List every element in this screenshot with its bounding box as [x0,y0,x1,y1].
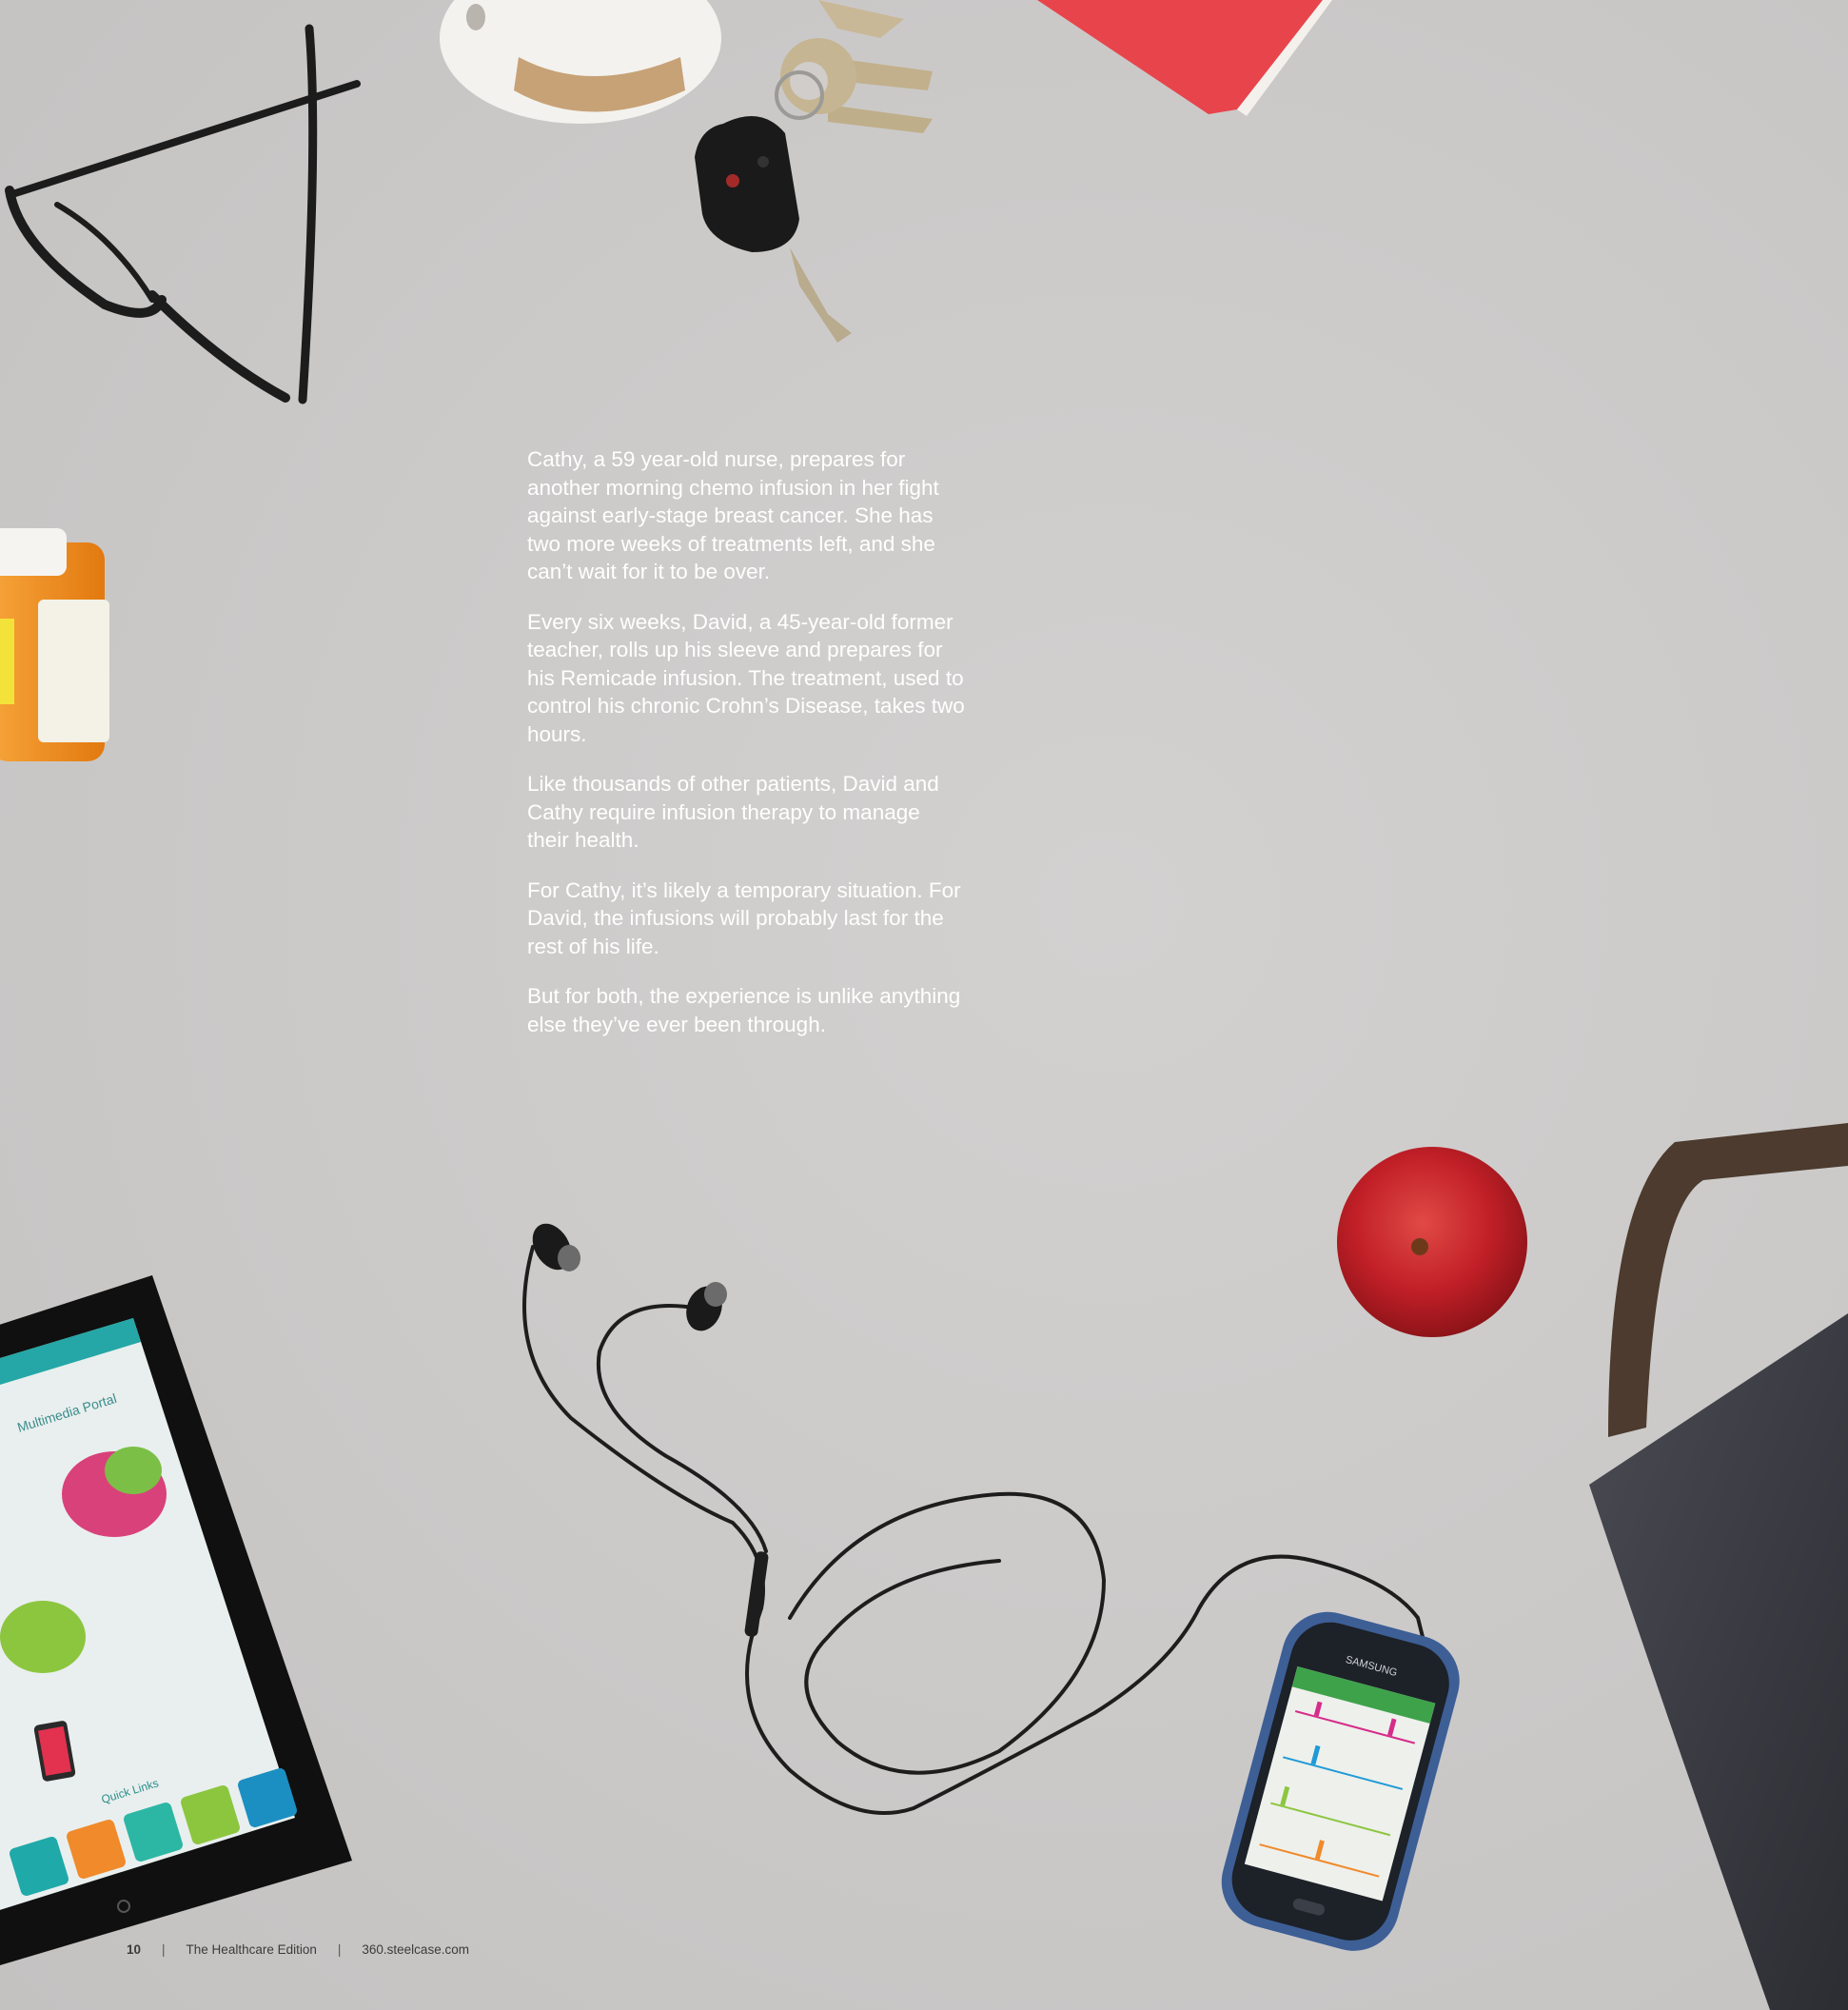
website-url: 360.steelcase.com [362,1942,469,1957]
page-number: 10 [127,1942,142,1957]
paragraph-david: Every six weeks, David, a 45-year-old fo… [527,609,965,746]
paragraph-patients: Like thousands of other patients, David … [527,772,939,852]
paragraph-duration: For Cathy, it’s likely a temporary situa… [527,877,961,958]
earbud-right [686,1282,727,1331]
red-apple [1337,1147,1527,1337]
paragraph-experience: But for both, the experience is unlike a… [527,984,961,1036]
car-keys [695,0,933,343]
smartphone: SAMSUNG [1221,1611,1460,1951]
footer-separator: | [337,1942,342,1957]
footer-separator: | [162,1942,166,1957]
paragraph-cathy: Cathy, a 59 year-old nurse, prepares for… [527,447,939,583]
eyeglasses [5,24,361,404]
pill-bottle [0,528,109,761]
page-footer: 10 | The Healthcare Edition | 360.steelc… [127,1942,469,1957]
inline-remote [744,1551,769,1637]
tote-bag [1589,1123,1848,2010]
tablet: Multimedia Portal Quick Links [0,1275,352,1965]
article-body: Cathy, a 59 year-old nurse, prepares for… [527,445,965,1060]
edition-title: The Healthcare Edition [186,1942,317,1957]
coffee-cup [440,0,721,124]
red-book [1037,0,1332,116]
